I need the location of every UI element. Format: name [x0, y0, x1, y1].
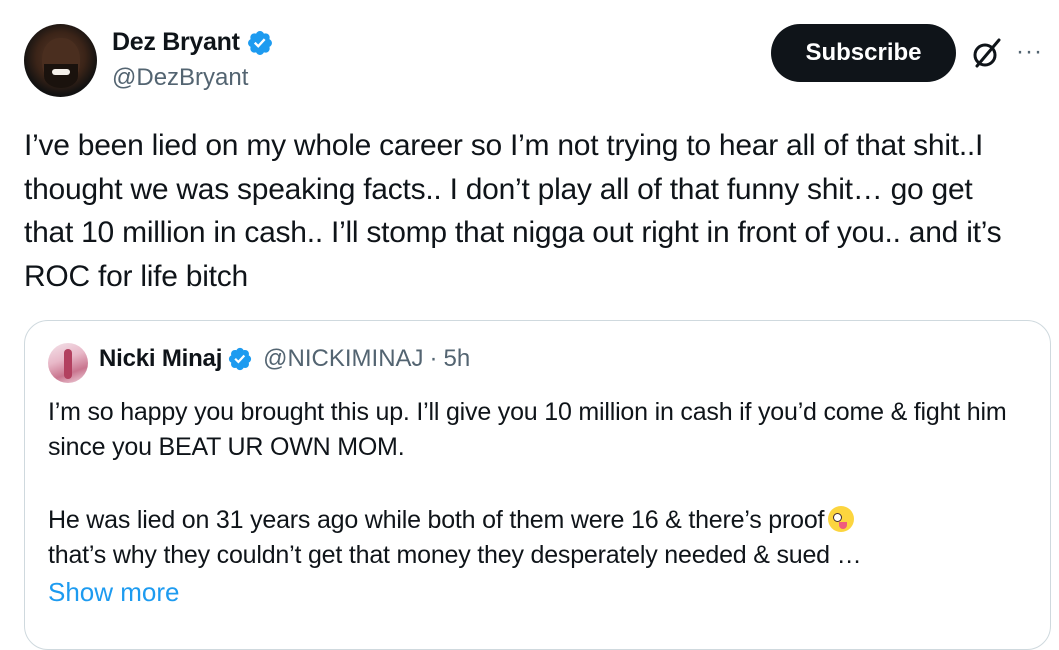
verified-badge-icon[interactable] [227, 346, 253, 372]
quoted-paragraph-2-line-2: that’s why they couldn’t get that money … [48, 541, 862, 569]
quoted-tweet-card[interactable]: Nicki Minaj @NICKIMINAJ · 5h I’m so happ… [24, 320, 1051, 650]
author-avatar[interactable] [24, 24, 97, 97]
show-more-link[interactable]: Show more [48, 577, 180, 608]
quoted-tweet-text: I’m so happy you brought this up. I’ll g… [48, 395, 1038, 573]
verified-badge-icon[interactable] [246, 29, 274, 57]
grok-icon[interactable] [970, 36, 1004, 70]
avatar-figure [64, 349, 72, 379]
avatar-beard [44, 64, 78, 88]
author-display-name[interactable]: Dez Bryant [112, 28, 240, 57]
quoted-author-handle[interactable]: @NICKIMINAJ [263, 345, 423, 373]
quoted-author-display-name[interactable]: Nicki Minaj [99, 345, 222, 373]
subscribe-button[interactable]: Subscribe [771, 24, 956, 82]
quoted-paragraph-2-line-1: He was lied on 31 years ago while both o… [48, 503, 1038, 538]
quoted-author-row: Nicki Minaj @NICKIMINAJ · 5h [99, 345, 470, 373]
zany-face-emoji-icon [828, 506, 855, 532]
meta-separator: · [429, 345, 438, 372]
author-name-row: Dez Bryant [112, 28, 274, 57]
tweet-text: I’ve been lied on my whole career so I’m… [24, 129, 1002, 293]
quoted-paragraph-1: I’m so happy you brought this up. I’ll g… [48, 398, 1007, 461]
quoted-tweet-timestamp[interactable]: 5h [444, 345, 471, 373]
author-handle[interactable]: @DezBryant [112, 64, 248, 92]
quoted-author-avatar[interactable] [48, 343, 88, 383]
more-icon[interactable]: ··· [1016, 38, 1043, 66]
avatar-smile [52, 69, 70, 75]
quoted-line-text: He was lied on 31 years ago while both o… [48, 506, 825, 534]
